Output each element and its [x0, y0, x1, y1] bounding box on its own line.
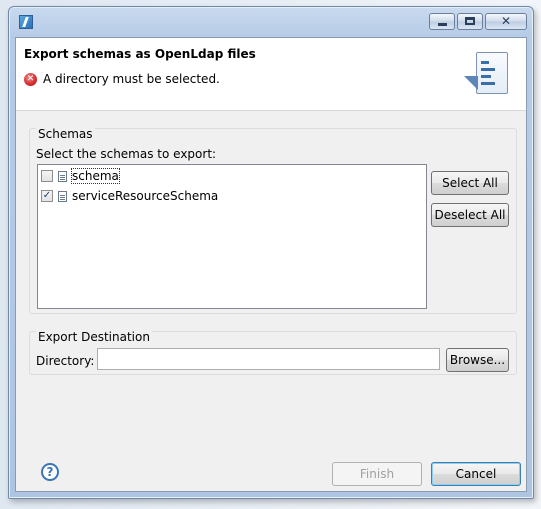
- schema-checkbox[interactable]: [41, 170, 53, 182]
- schemas-instruction: Select the schemas to export:: [36, 147, 217, 161]
- dialog-window: ✕ Export schemas as OpenLdap files ✕ A d…: [8, 6, 534, 499]
- close-icon: ✕: [500, 14, 512, 28]
- schemas-group: Schemas Select the schemas to export: sc…: [29, 127, 517, 314]
- page-title: Export schemas as OpenLdap files: [24, 47, 256, 61]
- list-item-label: serviceResourceSchema: [72, 189, 219, 203]
- deselect-all-button[interactable]: Deselect All: [431, 203, 509, 227]
- app-icon: [19, 15, 33, 29]
- directory-label: Directory:: [36, 354, 95, 368]
- list-item[interactable]: ✓ serviceResourceSchema: [41, 187, 218, 205]
- export-destination-group: Export Destination Directory: Browse...: [29, 330, 517, 375]
- wizard-banner-icon: [456, 46, 518, 104]
- list-item-label: schema: [71, 168, 120, 184]
- select-all-button[interactable]: Select All: [431, 171, 509, 195]
- finish-button[interactable]: Finish: [332, 462, 422, 486]
- schema-file-icon: [58, 170, 67, 182]
- schemas-group-label: Schemas: [36, 127, 95, 141]
- browse-button[interactable]: Browse...: [446, 348, 509, 372]
- title-bar[interactable]: ✕: [9, 7, 533, 37]
- export-destination-label: Export Destination: [36, 330, 152, 344]
- caption-buttons: ✕: [429, 13, 527, 31]
- maximize-icon: [465, 17, 475, 25]
- error-message-row: ✕ A directory must be selected.: [24, 72, 220, 86]
- list-item[interactable]: schema: [41, 167, 120, 185]
- minimize-icon: [438, 23, 447, 26]
- close-button[interactable]: ✕: [485, 13, 527, 30]
- error-message: A directory must be selected.: [43, 72, 220, 86]
- error-icon: ✕: [24, 72, 37, 86]
- dialog-client-area: Export schemas as OpenLdap files ✕ A dir…: [15, 37, 527, 492]
- minimize-button[interactable]: [429, 13, 455, 30]
- wizard-header: Export schemas as OpenLdap files ✕ A dir…: [16, 38, 526, 111]
- maximize-button[interactable]: [457, 13, 483, 30]
- directory-input[interactable]: [97, 348, 440, 370]
- serviceresourceschema-checkbox[interactable]: ✓: [41, 190, 53, 202]
- schema-file-icon: [58, 190, 67, 202]
- help-icon[interactable]: ?: [41, 463, 59, 481]
- schemas-list[interactable]: schema ✓ serviceResourceSchema: [37, 164, 427, 309]
- cancel-button[interactable]: Cancel: [431, 462, 521, 486]
